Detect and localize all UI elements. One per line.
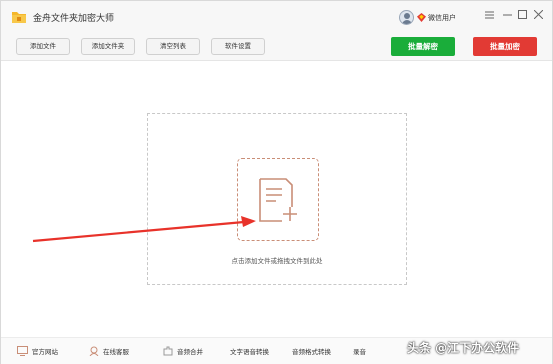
headset-icon (89, 346, 99, 356)
hamburger-menu-icon (484, 11, 494, 19)
audio-merge-label: 音频合并 (177, 348, 203, 356)
online-service-link[interactable]: 在线客服 (89, 345, 129, 357)
minimize-button[interactable] (499, 9, 515, 25)
vip-badge-icon (417, 13, 426, 22)
add-file-icon[interactable] (256, 177, 300, 223)
user-name[interactable]: 微信用户 (428, 13, 456, 23)
watermark: 头条 @江下办公软件 (407, 341, 520, 355)
text-to-speech-label: 文字语音转换 (230, 348, 269, 356)
puzzle-icon (163, 346, 173, 356)
clear-list-button[interactable]: 清空列表 (146, 38, 200, 55)
website-link[interactable]: 官方网站 (17, 345, 58, 357)
online-service-label: 在线客服 (103, 348, 129, 356)
title-bar: 金舟文件夹加密大师 微信用户 (1, 1, 552, 35)
batch-encrypt-button[interactable]: 批量加密 (473, 37, 537, 56)
settings-button[interactable]: 软件设置 (211, 38, 265, 55)
add-folder-button[interactable]: 添加文件夹 (81, 38, 135, 55)
record-link[interactable]: 录音 (353, 345, 366, 357)
audio-format-convert-label: 音频格式转换 (292, 348, 331, 356)
close-button[interactable] (530, 9, 546, 25)
minimize-icon (502, 14, 512, 16)
drop-hint-text: 点击添加文件或拖拽文件到此处 (231, 257, 323, 265)
audio-merge-link[interactable]: 音频合并 (163, 345, 203, 357)
maximize-button[interactable] (514, 9, 530, 25)
text-to-speech-link[interactable]: 文字语音转换 (230, 345, 269, 357)
maximize-icon (517, 10, 527, 19)
monitor-icon (17, 346, 28, 356)
record-label: 录音 (353, 348, 366, 356)
avatar[interactable] (399, 10, 414, 25)
add-file-button[interactable]: 添加文件 (16, 38, 70, 55)
folder-lock-icon (12, 12, 26, 23)
website-label: 官方网站 (32, 348, 58, 356)
close-icon (533, 9, 543, 20)
audio-format-convert-link[interactable]: 音频格式转换 (292, 345, 331, 357)
app-window: 金舟文件夹加密大师 微信用户 添加文件 添加文件夹 清空列表 软件设置 批量解密… (0, 0, 553, 364)
app-title: 金舟文件夹加密大师 (33, 14, 115, 24)
batch-decrypt-button[interactable]: 批量解密 (391, 37, 455, 56)
toolbar: 添加文件 添加文件夹 清空列表 软件设置 批量解密 批量加密 (1, 35, 552, 61)
menu-icon[interactable] (481, 9, 497, 25)
